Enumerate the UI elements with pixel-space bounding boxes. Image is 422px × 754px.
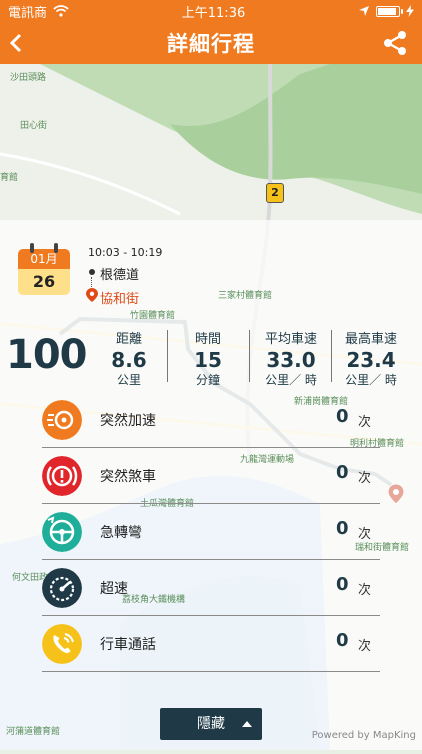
stat-divider bbox=[167, 330, 168, 382]
map-label: 竹園體育館 bbox=[130, 311, 176, 321]
battery-icon bbox=[375, 5, 403, 17]
hide-panel-button[interactable]: 隱藏 bbox=[160, 708, 262, 740]
app-header: 詳細行程 bbox=[0, 22, 422, 64]
event-row-sudden-acceleration: 突然加速 0 次 bbox=[42, 394, 380, 448]
event-unit: 次 bbox=[358, 583, 372, 598]
caret-up-icon bbox=[242, 721, 252, 727]
event-name: 急轉彎 bbox=[100, 525, 142, 541]
stat-unit: 公里／ 時 bbox=[265, 373, 317, 387]
row-divider bbox=[42, 559, 380, 560]
event-unit: 次 bbox=[358, 471, 372, 486]
page-title: 詳細行程 bbox=[167, 32, 255, 56]
trip-origin: 根德道 bbox=[100, 268, 140, 283]
trip-day: 26 bbox=[18, 269, 70, 295]
event-name: 突然加速 bbox=[100, 413, 156, 429]
event-name: 行車通話 bbox=[100, 637, 156, 653]
sudden-acceleration-icon bbox=[42, 400, 82, 440]
event-count: 0 bbox=[336, 462, 349, 483]
stat-label: 時間 bbox=[194, 332, 221, 347]
sudden-braking-icon bbox=[42, 456, 82, 496]
event-count: 0 bbox=[336, 406, 349, 427]
calendar-ring bbox=[30, 243, 34, 253]
stat-value: 15 bbox=[194, 348, 222, 372]
status-bar: 電訊商 上午11:36 bbox=[0, 0, 422, 22]
status-time: 上午11:36 bbox=[181, 5, 246, 21]
event-row-sharp-turn: 急轉彎 0 次 bbox=[42, 506, 380, 560]
trip-month: 01月 bbox=[18, 249, 70, 269]
trip-destination: 協和街 bbox=[100, 292, 140, 307]
map-attribution: Powered by MapKing bbox=[311, 730, 416, 741]
map-label: 田心街 bbox=[20, 121, 48, 131]
wifi-icon bbox=[53, 5, 69, 17]
destination-pin-icon bbox=[388, 484, 404, 504]
stat-label: 距離 bbox=[115, 332, 142, 347]
event-count: 0 bbox=[336, 630, 349, 651]
stat-divider bbox=[249, 330, 250, 382]
charging-bolt-icon bbox=[405, 5, 414, 17]
sharp-turn-icon bbox=[42, 512, 82, 552]
row-divider bbox=[42, 615, 380, 616]
trip-date-calendar-icon: 01月 26 bbox=[18, 243, 70, 297]
event-unit: 次 bbox=[358, 639, 372, 654]
stat-distance: 距離 8.6 公里 bbox=[108, 328, 150, 388]
event-row-sudden-braking: 突然煞車 0 次 bbox=[42, 450, 380, 504]
origin-dot-icon bbox=[89, 269, 95, 275]
map-label: 沙田頭路 bbox=[10, 73, 47, 83]
event-name: 超速 bbox=[100, 581, 128, 597]
event-row-speeding: 超速 0 次 bbox=[42, 562, 380, 616]
destination-marker-icon bbox=[86, 288, 98, 302]
stat-label: 最高車速 bbox=[344, 332, 397, 347]
share-icon[interactable] bbox=[380, 28, 410, 58]
event-unit: 次 bbox=[358, 415, 372, 430]
event-unit: 次 bbox=[358, 527, 372, 542]
stat-duration: 時間 15 分鐘 bbox=[186, 328, 230, 388]
row-divider bbox=[42, 503, 380, 504]
event-row-phone-call: 行車通話 0 次 bbox=[42, 618, 380, 672]
phone-call-icon bbox=[42, 624, 82, 664]
carrier-label: 電訊商 bbox=[8, 5, 48, 21]
map-label: 育館 bbox=[0, 173, 19, 183]
stat-unit: 公里 bbox=[116, 373, 141, 387]
event-count: 0 bbox=[336, 518, 349, 539]
driving-score: 100 bbox=[6, 332, 87, 378]
stat-value: 8.6 bbox=[111, 348, 147, 372]
trip-time-range: 10:03 - 10:19 bbox=[88, 246, 163, 259]
road-number-badge: 2 bbox=[266, 183, 284, 203]
route-connector bbox=[91, 277, 93, 287]
stat-max-speed: 最高車速 23.4 公里／ 時 bbox=[336, 328, 406, 388]
stat-average-speed: 平均車速 33.0 公里／ 時 bbox=[256, 328, 326, 388]
map-label: 河蒲道體育館 bbox=[6, 727, 61, 737]
event-name: 突然煞車 bbox=[100, 469, 156, 485]
stat-divider bbox=[331, 330, 332, 382]
stat-unit: 公里／ 時 bbox=[345, 373, 397, 387]
stat-value: 33.0 bbox=[266, 348, 316, 372]
stat-value: 23.4 bbox=[346, 348, 396, 372]
event-count: 0 bbox=[336, 574, 349, 595]
row-divider bbox=[42, 671, 380, 672]
speedometer-icon bbox=[42, 568, 82, 608]
row-divider bbox=[42, 447, 380, 448]
stat-unit: 分鐘 bbox=[195, 373, 220, 387]
location-arrow-icon bbox=[358, 6, 369, 16]
calendar-ring bbox=[54, 243, 58, 253]
map-label: 三家村體育館 bbox=[218, 291, 273, 301]
stat-label: 平均車速 bbox=[264, 332, 317, 347]
hide-button-label: 隱藏 bbox=[197, 716, 225, 732]
